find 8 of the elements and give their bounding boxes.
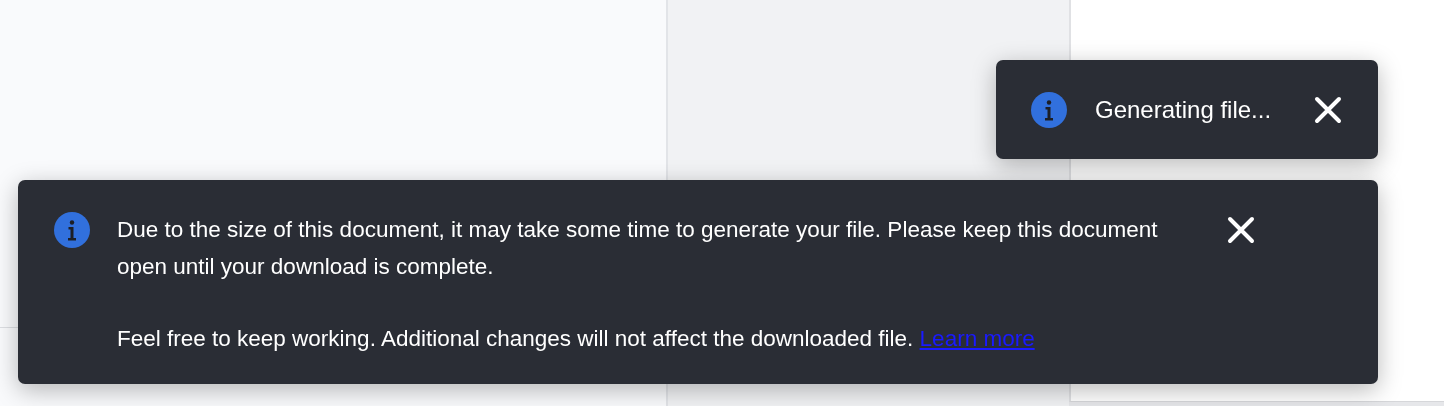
info-icon [1031, 91, 1067, 128]
learn-more-link[interactable]: Learn more [919, 326, 1035, 351]
notification-message: Due to the size of this document, it may take some time to generate your file. Please keep this document open until your download is complete. [117, 216, 1159, 281]
notification-message: Generating file... [1095, 95, 1273, 125]
close-button[interactable] [1227, 216, 1255, 244]
close-button[interactable] [1314, 95, 1342, 124]
notification-message: Feel free to keep working. Additional changes will not affect the downloaded file. Learn more [117, 325, 1036, 353]
info-icon [54, 212, 90, 248]
